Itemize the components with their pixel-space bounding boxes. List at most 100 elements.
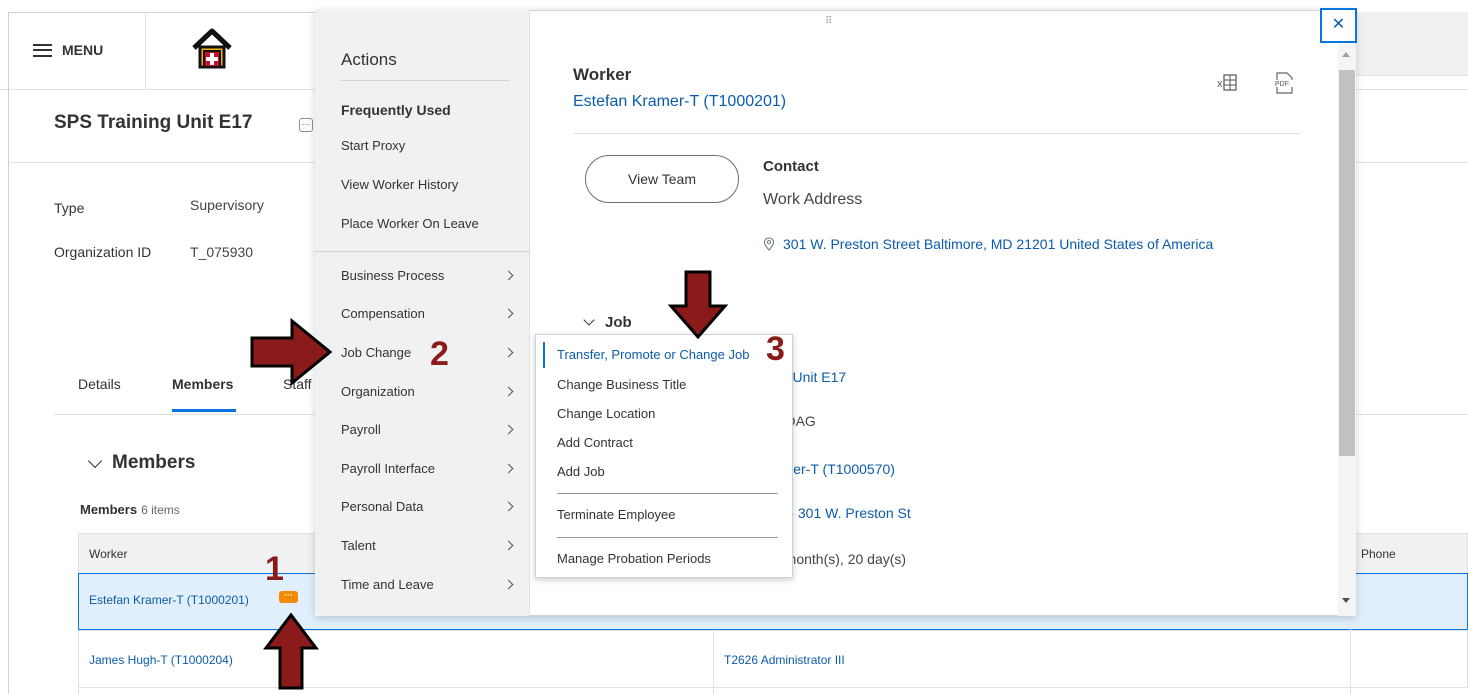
contact-title: Contact	[763, 158, 819, 175]
category-personal-data[interactable]: Personal Data	[341, 499, 516, 514]
action-start-proxy[interactable]: Start Proxy	[341, 138, 405, 153]
column-header-worker[interactable]: Worker	[89, 547, 127, 561]
members-section-title: Members	[112, 452, 196, 473]
pdf-export-icon[interactable]: PDF	[1272, 71, 1296, 95]
callout-number-3: 3	[766, 330, 785, 368]
members-count-value: 6 items	[141, 503, 180, 517]
column-separator	[713, 630, 714, 694]
hamburger-icon	[33, 43, 52, 57]
action-place-worker-on-leave[interactable]: Place Worker On Leave	[341, 216, 479, 231]
members-count: Members 6 items	[80, 502, 180, 517]
chevron-right-icon	[503, 540, 514, 551]
submenu-manage-probation-periods[interactable]: Manage Probation Periods	[557, 551, 711, 566]
category-time-and-leave[interactable]: Time and Leave	[341, 577, 516, 592]
divider	[557, 493, 778, 494]
divider	[315, 251, 530, 252]
category-talent[interactable]: Talent	[341, 538, 516, 553]
column-header-phone[interactable]: Phone	[1361, 547, 1396, 561]
header-divider	[145, 12, 146, 90]
chevron-right-icon	[503, 270, 514, 281]
category-label: Time and Leave	[341, 577, 434, 592]
menu-button[interactable]: MENU	[33, 38, 103, 62]
submenu-add-contract[interactable]: Add Contract	[557, 435, 633, 450]
category-label: Compensation	[341, 306, 425, 321]
worker-link[interactable]: Estefan Kramer-T (T1000201)	[89, 593, 249, 607]
menu-label: MENU	[62, 42, 104, 58]
org-id-value: T_075930	[190, 244, 254, 260]
excel-export-icon[interactable]: x	[1217, 72, 1239, 94]
category-compensation[interactable]: Compensation	[341, 306, 516, 321]
category-organization[interactable]: Organization	[341, 384, 516, 399]
active-tab-indicator	[172, 409, 236, 412]
category-label: Talent	[341, 538, 376, 553]
submenu-change-business-title[interactable]: Change Business Title	[557, 377, 686, 392]
category-label: Personal Data	[341, 499, 424, 514]
related-actions-button[interactable]: ···	[279, 591, 298, 603]
category-label: Payroll Interface	[341, 461, 435, 476]
work-address: 301 W. Preston Street Baltimore, MD 2120…	[763, 236, 1213, 252]
frequently-used-title: Frequently Used	[341, 102, 451, 118]
scroll-up-arrow-icon[interactable]	[1342, 52, 1350, 57]
job-change-submenu	[535, 334, 793, 578]
divider	[557, 537, 778, 538]
chevron-right-icon	[503, 424, 514, 435]
action-view-worker-history[interactable]: View Worker History	[341, 177, 458, 192]
worker-link[interactable]: James Hugh-T (T1000204)	[89, 653, 233, 667]
type-value: Supervisory	[190, 197, 264, 213]
callout-number-2: 2	[430, 335, 449, 373]
location-pin-icon	[763, 237, 775, 251]
category-label: Payroll	[341, 422, 381, 437]
job-section-title: Job	[605, 314, 632, 331]
category-payroll[interactable]: Payroll	[341, 422, 516, 437]
callout-arrow-down-icon	[668, 270, 728, 340]
related-actions-icon[interactable]: ···	[299, 118, 313, 132]
category-label: Job Change	[341, 345, 412, 360]
category-payroll-interface[interactable]: Payroll Interface	[341, 461, 516, 476]
callout-number-1: 1	[265, 550, 284, 588]
chevron-right-icon	[503, 579, 514, 590]
close-icon: ✕	[1331, 16, 1346, 33]
position-link[interactable]: T2626 Administrator III	[724, 653, 845, 667]
callout-arrow-up-icon	[263, 612, 319, 690]
category-job-change[interactable]: Job Change	[341, 345, 516, 360]
chevron-right-icon	[503, 347, 514, 358]
scrollbar-thumb[interactable]	[1339, 70, 1355, 456]
chevron-right-icon	[503, 501, 514, 512]
callout-arrow-right-icon	[250, 318, 333, 386]
submenu-transfer-promote-change-job[interactable]: Transfer, Promote or Change Job	[557, 347, 749, 362]
chevron-down-icon	[87, 453, 103, 468]
divider	[341, 80, 509, 81]
svg-text:PDF: PDF	[1275, 81, 1289, 88]
address-link[interactable]: 301 W. Preston Street Baltimore, MD 2120…	[783, 236, 1213, 252]
tab-members[interactable]: Members	[172, 376, 233, 392]
job-section-toggle[interactable]: Job	[583, 314, 632, 331]
view-team-button[interactable]: View Team	[585, 155, 739, 203]
job-location-link[interactable]: re - 301 W. Preston St	[773, 505, 911, 521]
org-id-label: Organization ID	[54, 244, 152, 260]
members-section-toggle[interactable]: Members	[87, 452, 196, 474]
divider	[573, 133, 1301, 134]
page-title: SPS Training Unit E17	[54, 112, 253, 133]
members-count-label: Members	[80, 502, 138, 517]
submenu-add-job[interactable]: Add Job	[557, 464, 605, 479]
type-label: Type	[54, 200, 85, 216]
submenu-terminate-employee[interactable]: Terminate Employee	[557, 507, 676, 522]
drag-handle-icon[interactable]: ⠿	[825, 16, 833, 27]
highlight-indicator	[543, 342, 545, 368]
chevron-right-icon	[503, 463, 514, 474]
worker-name-link[interactable]: Estefan Kramer-T (T1000201)	[573, 93, 786, 111]
chevron-right-icon	[503, 386, 514, 397]
category-label: Organization	[341, 384, 415, 399]
worker-label: Worker	[573, 65, 632, 84]
actions-title: Actions	[341, 50, 397, 69]
category-label: Business Process	[341, 268, 445, 283]
chevron-right-icon	[503, 308, 514, 319]
work-address-label: Work Address	[763, 191, 863, 208]
category-business-process[interactable]: Business Process	[341, 268, 516, 283]
svg-text:x: x	[1217, 78, 1223, 90]
home-logo-icon[interactable]	[190, 26, 234, 72]
tab-details[interactable]: Details	[78, 376, 121, 392]
close-button[interactable]: ✕	[1320, 8, 1357, 43]
submenu-change-location[interactable]: Change Location	[557, 406, 655, 421]
scroll-down-arrow-icon[interactable]	[1342, 598, 1350, 603]
